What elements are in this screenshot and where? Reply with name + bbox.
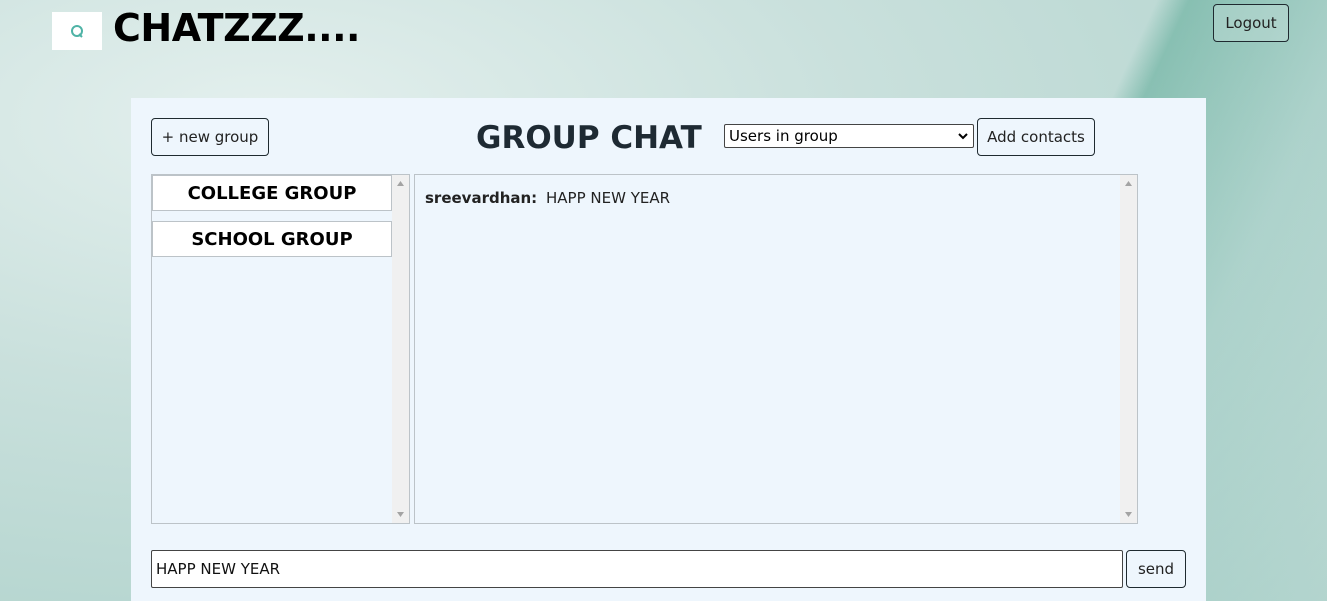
message-text: HAPP NEW YEAR (546, 189, 671, 207)
scroll-down-arrow-icon[interactable] (1124, 510, 1133, 519)
message-input[interactable] (151, 550, 1123, 588)
chat-messages-area[interactable]: sreevardhan: HAPP NEW YEAR (414, 174, 1138, 524)
users-select-value: Users in group (729, 127, 838, 145)
chat-bubble-icon (71, 25, 83, 38)
chat-scrollbar[interactable] (1120, 175, 1137, 523)
logout-button[interactable]: Logout (1213, 4, 1289, 42)
scroll-up-arrow-icon[interactable] (1124, 179, 1133, 188)
chat-panel: + new group GROUP CHAT Users in group Ad… (131, 98, 1206, 601)
app-logo (52, 12, 102, 50)
group-item-college[interactable]: COLLEGE GROUP (152, 175, 392, 211)
chevron-down-icon (958, 133, 968, 140)
chat-message: sreevardhan: HAPP NEW YEAR (425, 189, 670, 207)
new-group-button[interactable]: + new group (151, 118, 269, 156)
add-contacts-button[interactable]: Add contacts (977, 118, 1095, 156)
scroll-down-arrow-icon[interactable] (396, 510, 405, 519)
group-item-school[interactable]: SCHOOL GROUP (152, 221, 392, 257)
page-title: GROUP CHAT (476, 120, 702, 156)
users-in-group-select[interactable]: Users in group (724, 124, 974, 148)
send-button[interactable]: send (1126, 550, 1186, 588)
group-list[interactable]: COLLEGE GROUP SCHOOL GROUP (151, 174, 410, 524)
app-title: CHATZZZ.... (113, 6, 360, 50)
scroll-up-arrow-icon[interactable] (396, 179, 405, 188)
message-sender: sreevardhan: (425, 189, 538, 207)
group-list-scrollbar[interactable] (392, 175, 409, 523)
